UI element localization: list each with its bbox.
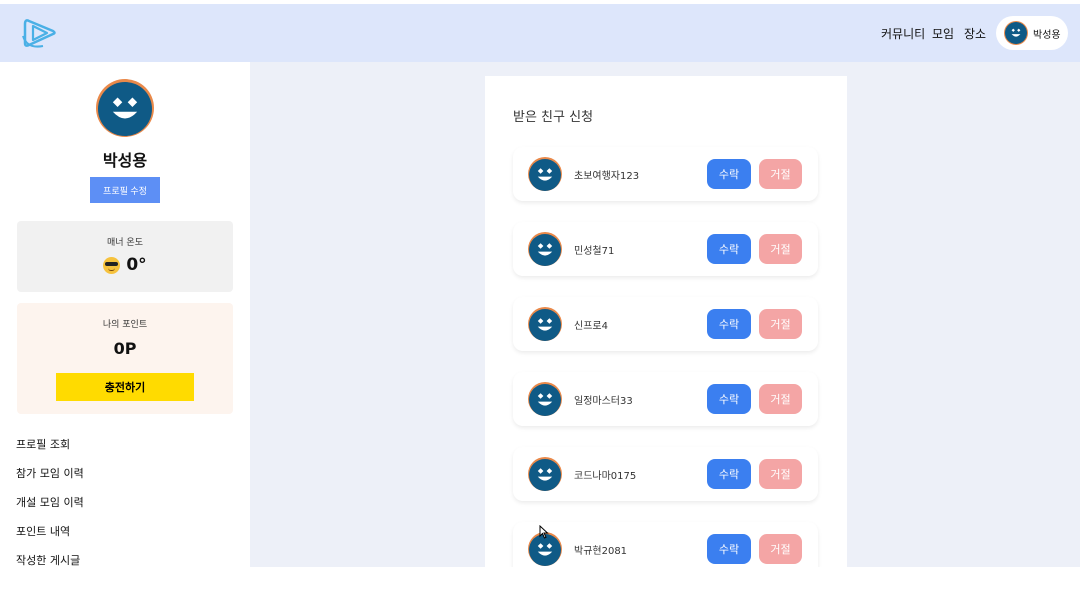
main-area: 받은 친구 신청 초보여행자123 수락 거절 민성철71 수락 거절 신프로4… [250, 62, 1080, 576]
friend-request-item: 민성철71 수락 거절 [513, 222, 818, 276]
accept-button[interactable]: 수락 [707, 159, 751, 189]
user-menu-button[interactable]: 박성용 [996, 16, 1068, 50]
nav-meeting[interactable]: 모임 [932, 4, 954, 62]
point-card: 나의 포인트 0P 충전하기 [17, 303, 233, 414]
logo-icon[interactable] [21, 16, 59, 50]
requester-name: 일정마스터33 [574, 395, 633, 407]
charge-button[interactable]: 충전하기 [56, 373, 194, 401]
requester-name: 초보여행자123 [574, 170, 640, 182]
manner-value: 0° [126, 255, 147, 275]
reject-button[interactable]: 거절 [759, 459, 802, 489]
avatar [1004, 21, 1028, 45]
friend-request-panel[interactable]: 받은 친구 신청 초보여행자123 수락 거절 민성철71 수락 거절 신프로4… [485, 76, 847, 576]
accept-button[interactable]: 수락 [707, 459, 751, 489]
avatar [528, 457, 562, 491]
sidebar: 박성용 프로필 수정 매너 온도 0° 나의 포인트 0P 충전하기 프로필 조… [0, 62, 250, 570]
avatar [528, 157, 562, 191]
friend-request-item: 초보여행자123 수락 거절 [513, 147, 818, 201]
nav-community[interactable]: 커뮤니티 [881, 4, 925, 62]
accept-button[interactable]: 수락 [707, 534, 751, 564]
requester-name: 코드나마0175 [574, 470, 637, 482]
sidebar-menu: 프로필 조회 참가 모임 이력 개설 모임 이력 포인트 내역 작성한 게시글 [16, 435, 84, 580]
reject-button[interactable]: 거절 [759, 159, 802, 189]
reject-button[interactable]: 거절 [759, 534, 802, 564]
accept-button[interactable]: 수락 [707, 234, 751, 264]
menu-created-meetings[interactable]: 개설 모임 이력 [16, 493, 84, 522]
manner-title: 매너 온도 [107, 238, 143, 248]
menu-joined-meetings[interactable]: 참가 모임 이력 [16, 464, 84, 493]
point-title: 나의 포인트 [102, 320, 148, 330]
menu-point-history[interactable]: 포인트 내역 [16, 522, 84, 551]
accept-button[interactable]: 수락 [707, 309, 751, 339]
bottom-strip [0, 567, 1080, 608]
requester-name: 민성철71 [574, 245, 615, 257]
mouse-cursor-icon [539, 525, 549, 539]
point-value: 0P [113, 339, 137, 358]
friend-request-item: 신프로4 수락 거절 [513, 297, 818, 351]
accept-button[interactable]: 수락 [707, 384, 751, 414]
user-name: 박성용 [1033, 29, 1061, 41]
avatar [528, 382, 562, 416]
avatar [528, 307, 562, 341]
profile-avatar [96, 79, 154, 137]
nav-place[interactable]: 장소 [964, 4, 986, 62]
manner-temperature-card: 매너 온도 0° [17, 221, 233, 292]
reject-button[interactable]: 거절 [759, 234, 802, 264]
manner-value-row: 0° [17, 255, 233, 275]
profile-name: 박성용 [102, 151, 148, 170]
requester-name: 신프로4 [574, 320, 608, 332]
friend-request-item: 일정마스터33 수락 거절 [513, 372, 818, 426]
menu-profile-view[interactable]: 프로필 조회 [16, 435, 84, 464]
header: 커뮤니티 모임 장소 박성용 [0, 4, 1080, 62]
edit-profile-button[interactable]: 프로필 수정 [90, 177, 160, 203]
reject-button[interactable]: 거절 [759, 309, 802, 339]
sunglasses-emoji-icon [103, 256, 121, 274]
friend-request-item: 코드나마0175 수락 거절 [513, 447, 818, 501]
avatar [528, 232, 562, 266]
reject-button[interactable]: 거절 [759, 384, 802, 414]
panel-title: 받은 친구 신청 [513, 110, 594, 125]
